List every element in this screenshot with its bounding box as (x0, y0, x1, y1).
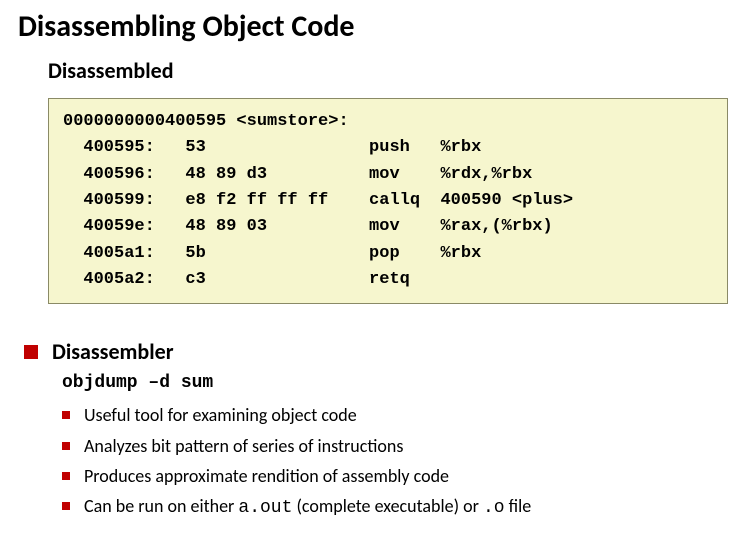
square-bullet-icon (24, 345, 38, 359)
disassembled-heading: Disassembled (48, 57, 732, 84)
disassembly-line: 400596: 48 89 d3 mov %rdx,%rbx (63, 162, 713, 188)
disassembler-heading: Disassembler (52, 338, 174, 365)
inline-code: a.out (238, 498, 292, 518)
square-bullet-icon (62, 472, 70, 480)
disassembly-code-block: 0000000000400595 <sumstore>: 400595: 53 … (48, 98, 728, 304)
square-bullet-icon (62, 502, 70, 510)
page-title: Disassembling Object Code (18, 8, 732, 45)
disassembly-line: 40059e: 48 89 03 mov %rax,(%rbx) (63, 214, 713, 240)
list-item: Can be run on either a.out (complete exe… (62, 494, 732, 520)
list-item-text: Produces approximate rendition of assemb… (84, 464, 449, 488)
disassembly-line: 4005a2: c3 retq (63, 267, 713, 293)
objdump-command: objdump –d sum (62, 373, 732, 393)
list-item: Produces approximate rendition of assemb… (62, 464, 732, 488)
disassembly-line: 4005a1: 5b pop %rbx (63, 241, 713, 267)
list-item-text: Analyzes bit pattern of series of instru… (84, 434, 403, 458)
inline-code: .o (483, 498, 505, 518)
disassembler-bullet-list: Useful tool for examining object code Ana… (62, 403, 732, 520)
list-item-text: Can be run on either a.out (complete exe… (84, 494, 531, 520)
square-bullet-icon (62, 411, 70, 419)
disassembler-section-row: Disassembler (24, 338, 732, 365)
list-item-text: Useful tool for examining object code (84, 403, 357, 427)
square-bullet-icon (62, 442, 70, 450)
disassembly-header-line: 0000000000400595 <sumstore>: (63, 109, 713, 135)
list-item: Analyzes bit pattern of series of instru… (62, 434, 732, 458)
disassembly-line: 400595: 53 push %rbx (63, 135, 713, 161)
list-item: Useful tool for examining object code (62, 403, 732, 427)
disassembly-line: 400599: e8 f2 ff ff ff callq 400590 <plu… (63, 188, 713, 214)
